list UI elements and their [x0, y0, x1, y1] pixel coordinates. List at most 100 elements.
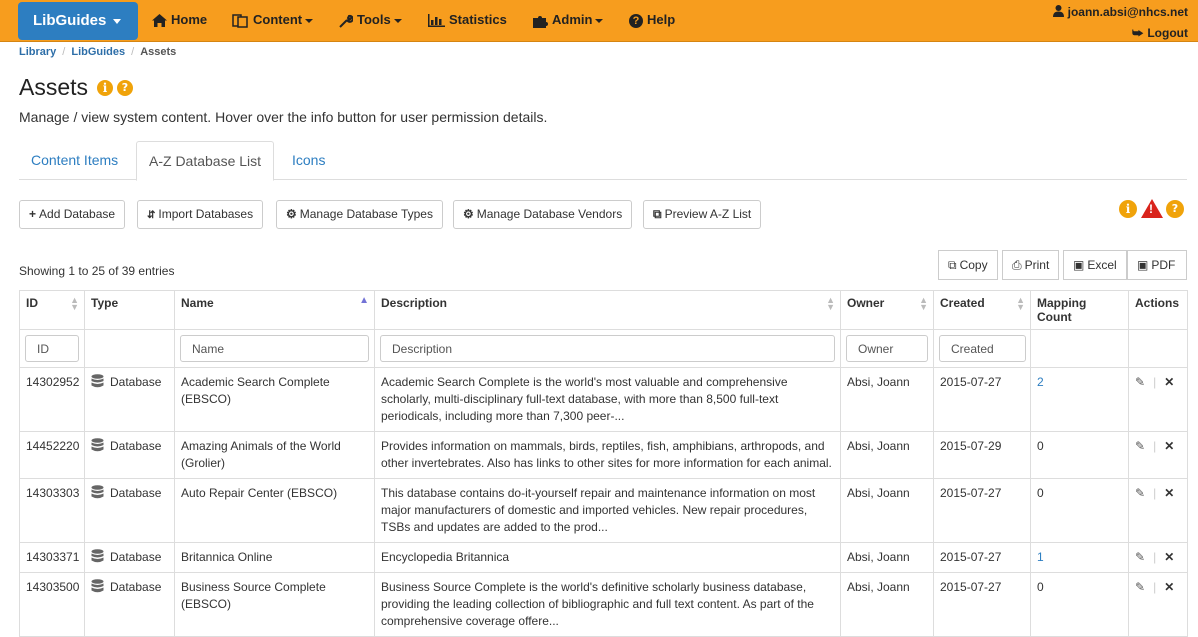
info-icon[interactable]: i	[97, 79, 113, 96]
column-label: Name	[181, 296, 214, 310]
column-header-description[interactable]: Description ▲ ▼	[374, 290, 841, 330]
breadcrumb-libguides[interactable]: LibGuides	[71, 46, 125, 58]
plus-icon: +	[29, 207, 37, 221]
logout-link[interactable]: ⮩ Logout	[1053, 25, 1188, 42]
delete-icon[interactable]: ✕	[1164, 550, 1174, 564]
cell-id: 14303500	[19, 572, 85, 637]
cell-created: 2015-07-29	[933, 431, 1031, 479]
cell-owner: Absi, Joann	[840, 367, 934, 432]
column-header-name[interactable]: Name ▲	[174, 290, 375, 330]
manage-database-vendors-button[interactable]: ⚙ Manage Database Vendors	[453, 200, 633, 229]
nav-home[interactable]: Home	[152, 0, 207, 40]
edit-icon[interactable]: ✎	[1135, 375, 1145, 389]
name-filter-input[interactable]	[180, 335, 369, 362]
edit-icon[interactable]: ✎	[1135, 439, 1145, 453]
filter-row	[19, 329, 1188, 368]
pdf-label: PDF	[1151, 258, 1176, 272]
sort-icon: ▲ ▼	[70, 295, 79, 312]
mapping-count: 0	[1037, 486, 1044, 500]
nav-help[interactable]: ? Help	[629, 0, 675, 40]
table-row: 14303303 Database Auto Repair Center (EB…	[19, 478, 1188, 543]
nav-statistics[interactable]: Statistics	[428, 0, 507, 40]
database-icon	[91, 549, 104, 563]
brand-menu-button[interactable]: LibGuides	[18, 2, 138, 40]
preview-az-list-label: Preview A-Z List	[664, 207, 752, 221]
mapping-count-link[interactable]: 2	[1037, 375, 1044, 389]
database-table: ID ▲ ▼ Type Name ▲ Description ▲ ▼ Owner ▲ ▼ Cr…	[19, 290, 1188, 637]
cell-name: Academic Search Complete (EBSCO)	[174, 367, 375, 432]
copy-label: Copy	[959, 258, 988, 272]
entries-info: Showing 1 to 25 of 39 entries	[19, 264, 175, 278]
description-filter-input[interactable]	[380, 335, 835, 362]
delete-icon[interactable]: ✕	[1164, 486, 1174, 500]
warning-icon[interactable]: !	[1141, 199, 1163, 218]
cell-id: 14452220	[19, 431, 85, 479]
cell-actions: ✎ | ✕	[1128, 431, 1188, 479]
column-header-owner[interactable]: Owner ▲ ▼	[840, 290, 934, 330]
cell-owner: Absi, Joann	[840, 431, 934, 479]
tab-content-items[interactable]: Content Items	[19, 141, 130, 180]
delete-icon[interactable]: ✕	[1164, 439, 1174, 453]
nav-content[interactable]: Content	[232, 0, 314, 40]
info-icon[interactable]: i	[1119, 199, 1137, 218]
owner-filter-input[interactable]	[846, 335, 928, 362]
excel-button[interactable]: ▣ Excel	[1063, 250, 1127, 280]
cell-description: Encyclopedia Britannica	[374, 542, 841, 573]
help-icon[interactable]: ?	[117, 79, 133, 96]
sign-out-icon: ⮩	[1132, 26, 1144, 40]
cell-created: 2015-07-27	[933, 542, 1031, 573]
manage-database-types-button[interactable]: ⚙ Manage Database Types	[276, 200, 443, 229]
column-header-mapping-count[interactable]: Mapping Count	[1030, 290, 1129, 330]
column-header-id[interactable]: ID ▲ ▼	[19, 290, 85, 330]
sort-icon: ▲ ▼	[1016, 295, 1025, 312]
column-label: ID	[26, 296, 38, 310]
puzzle-icon	[533, 15, 548, 28]
print-button[interactable]: ⎙ Print	[1002, 250, 1060, 280]
id-filter-input[interactable]	[25, 335, 79, 362]
nav-home-label: Home	[171, 12, 208, 27]
column-label: Description	[381, 296, 448, 310]
nav-tools[interactable]: Tools	[339, 0, 402, 40]
manage-database-vendors-label: Manage Database Vendors	[476, 207, 623, 221]
external-link-icon: ⧉	[653, 207, 662, 221]
cell-mapping-count: 1	[1030, 542, 1129, 573]
edit-icon[interactable]: ✎	[1135, 550, 1145, 564]
cell-type: Database	[84, 367, 175, 432]
cell-actions: ✎ | ✕	[1128, 478, 1188, 543]
delete-icon[interactable]: ✕	[1164, 580, 1174, 594]
edit-icon[interactable]: ✎	[1135, 486, 1145, 500]
nav-admin[interactable]: Admin	[533, 0, 604, 40]
mapping-count: 0	[1037, 439, 1044, 453]
copy-icon: ⧉	[948, 258, 957, 272]
cell-name: Amazing Animals of the World (Grolier)	[174, 431, 375, 479]
print-label: Print	[1024, 258, 1050, 272]
mapping-count-link[interactable]: 1	[1037, 550, 1044, 564]
help-icon[interactable]: ?	[1166, 199, 1184, 218]
edit-icon[interactable]: ✎	[1135, 580, 1145, 594]
delete-icon[interactable]: ✕	[1164, 375, 1174, 389]
breadcrumb: Library / LibGuides / Assets	[19, 46, 176, 58]
column-header-created[interactable]: Created ▲ ▼	[933, 290, 1031, 330]
cell-owner: Absi, Joann	[840, 478, 934, 543]
breadcrumb-library[interactable]: Library	[19, 46, 56, 58]
add-database-button[interactable]: + Add Database	[19, 200, 126, 229]
manage-database-types-label: Manage Database Types	[299, 207, 433, 221]
tab-az-database-list[interactable]: A-Z Database List	[136, 141, 275, 181]
divider: |	[1153, 550, 1157, 564]
tab-icons[interactable]: Icons	[280, 141, 337, 180]
import-databases-button[interactable]: ⇵ Import Databases	[137, 200, 264, 229]
nav-admin-label: Admin	[552, 12, 593, 27]
table-row: 14303500 Database Business Source Comple…	[19, 572, 1188, 637]
help-icon: ?	[629, 13, 643, 28]
type-label: Database	[110, 486, 162, 500]
page-subtitle: Manage / view system content. Hover over…	[19, 109, 548, 125]
user-account-link[interactable]: joann.absi@nhcs.net	[1052, 4, 1188, 21]
copy-button[interactable]: ⧉ Copy	[938, 250, 998, 280]
top-navbar: LibGuides Home Content Tools Statistics …	[0, 0, 1198, 42]
created-filter-input[interactable]	[939, 335, 1026, 362]
column-header-actions: Actions	[1128, 290, 1188, 330]
logout-label: Logout	[1147, 26, 1188, 40]
pdf-button[interactable]: ▣ PDF	[1127, 250, 1187, 280]
column-label: Created	[940, 296, 985, 310]
preview-az-list-button[interactable]: ⧉ Preview A-Z List	[643, 200, 762, 229]
